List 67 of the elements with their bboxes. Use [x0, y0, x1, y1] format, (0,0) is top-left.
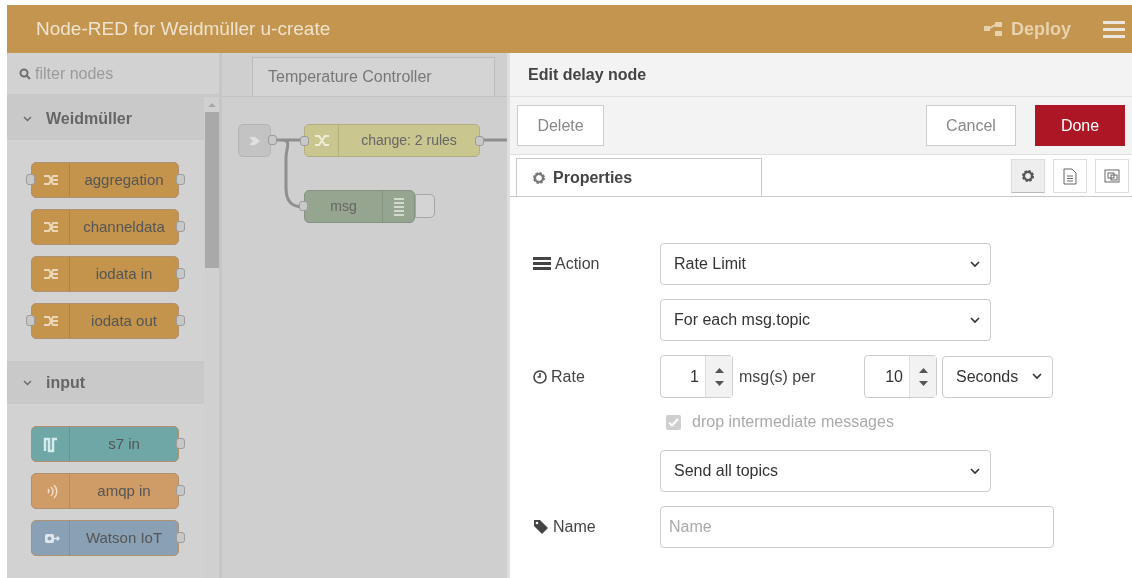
pulse-wave-icon — [41, 435, 60, 453]
tray-button[interactable]: Delete — [517, 105, 604, 146]
list-lines-icon — [392, 196, 405, 217]
scroll-up-icon[interactable] — [207, 102, 216, 108]
number-spinner[interactable]: 10 — [864, 355, 937, 398]
tray-button[interactable]: Done — [1035, 105, 1125, 146]
input-port[interactable] — [26, 315, 35, 326]
filter-field[interactable]: filter nodes — [35, 61, 114, 86]
frame-icon — [1103, 168, 1121, 184]
chevron-icon — [1032, 373, 1042, 380]
palette-node[interactable]: amqp in — [31, 473, 179, 509]
name-field[interactable]: Name — [660, 506, 1054, 548]
palette-node[interactable]: channeldata — [31, 209, 179, 245]
debug-node[interactable]: msg — [304, 190, 415, 223]
settings-icon — [1021, 169, 1035, 183]
menu-icon[interactable] — [1103, 20, 1125, 38]
appearance-button[interactable] — [1095, 159, 1129, 193]
output-port[interactable] — [176, 532, 185, 543]
input-port[interactable] — [26, 174, 35, 185]
down-arrow-icon[interactable] — [918, 380, 928, 386]
chevron-icon — [970, 467, 980, 475]
output-port[interactable] — [268, 135, 277, 145]
output-port[interactable] — [475, 136, 484, 146]
clock-icon — [533, 369, 547, 384]
category-header[interactable]: input — [7, 361, 204, 404]
chevron-icon — [970, 260, 980, 268]
shuffle-icon — [312, 132, 331, 149]
input-port[interactable] — [300, 136, 309, 146]
tray-title: Edit delay node — [528, 64, 647, 85]
tray-tab[interactable]: Properties — [516, 158, 762, 196]
deploy-icon — [983, 21, 1003, 37]
palette-node[interactable]: iodata out — [31, 303, 179, 339]
output-port[interactable] — [176, 268, 185, 279]
output-port[interactable] — [176, 315, 185, 326]
select-dropdown[interactable]: Rate Limit — [660, 243, 991, 285]
tray-button[interactable]: Cancel — [926, 105, 1016, 146]
inject-node[interactable] — [238, 124, 271, 157]
palette-node[interactable]: s7 in — [31, 426, 179, 462]
output-port[interactable] — [176, 221, 185, 232]
select-dropdown[interactable]: Send all topics — [660, 450, 991, 492]
number-spinner[interactable]: 1 — [660, 355, 733, 398]
output-port[interactable] — [176, 485, 185, 496]
list-icon — [533, 257, 551, 271]
palette-node[interactable]: Watson IoT — [31, 520, 179, 556]
document-icon — [1063, 167, 1077, 185]
up-arrow-icon[interactable] — [918, 367, 928, 373]
description-button[interactable] — [1053, 159, 1087, 193]
toggle-button[interactable] — [415, 194, 435, 218]
edit-tray: Edit delay node Delete Cancel Done Properties Action Rate Limit For each msg.topic Rate 1 msg(s) per 10 Seconds drop intermediate messages Send all topics Name Name — [507, 53, 1132, 578]
up-arrow-icon[interactable] — [714, 367, 724, 373]
down-arrow-icon[interactable] — [714, 380, 724, 386]
tag-icon — [533, 519, 549, 535]
category-header[interactable]: Weidmüller — [7, 97, 204, 140]
select-dropdown[interactable]: Seconds — [942, 355, 1053, 398]
settings-icon — [532, 170, 546, 185]
output-port[interactable] — [176, 174, 185, 185]
settings-button[interactable] — [1011, 159, 1045, 193]
palette-node[interactable]: aggregation — [31, 162, 179, 198]
workspace-tab[interactable]: Temperature Controller — [252, 57, 495, 96]
output-port[interactable] — [176, 438, 185, 449]
chevron-icon — [970, 316, 980, 324]
app-title: Node-RED for Weidmüller u-create — [36, 16, 331, 41]
search-icon — [19, 67, 31, 80]
checkbox-label: drop intermediate messages — [692, 412, 894, 432]
select-dropdown[interactable]: For each msg.topic — [660, 299, 991, 341]
scrollbar-thumb[interactable] — [204, 112, 219, 268]
palette-node[interactable]: iodata in — [31, 256, 179, 292]
